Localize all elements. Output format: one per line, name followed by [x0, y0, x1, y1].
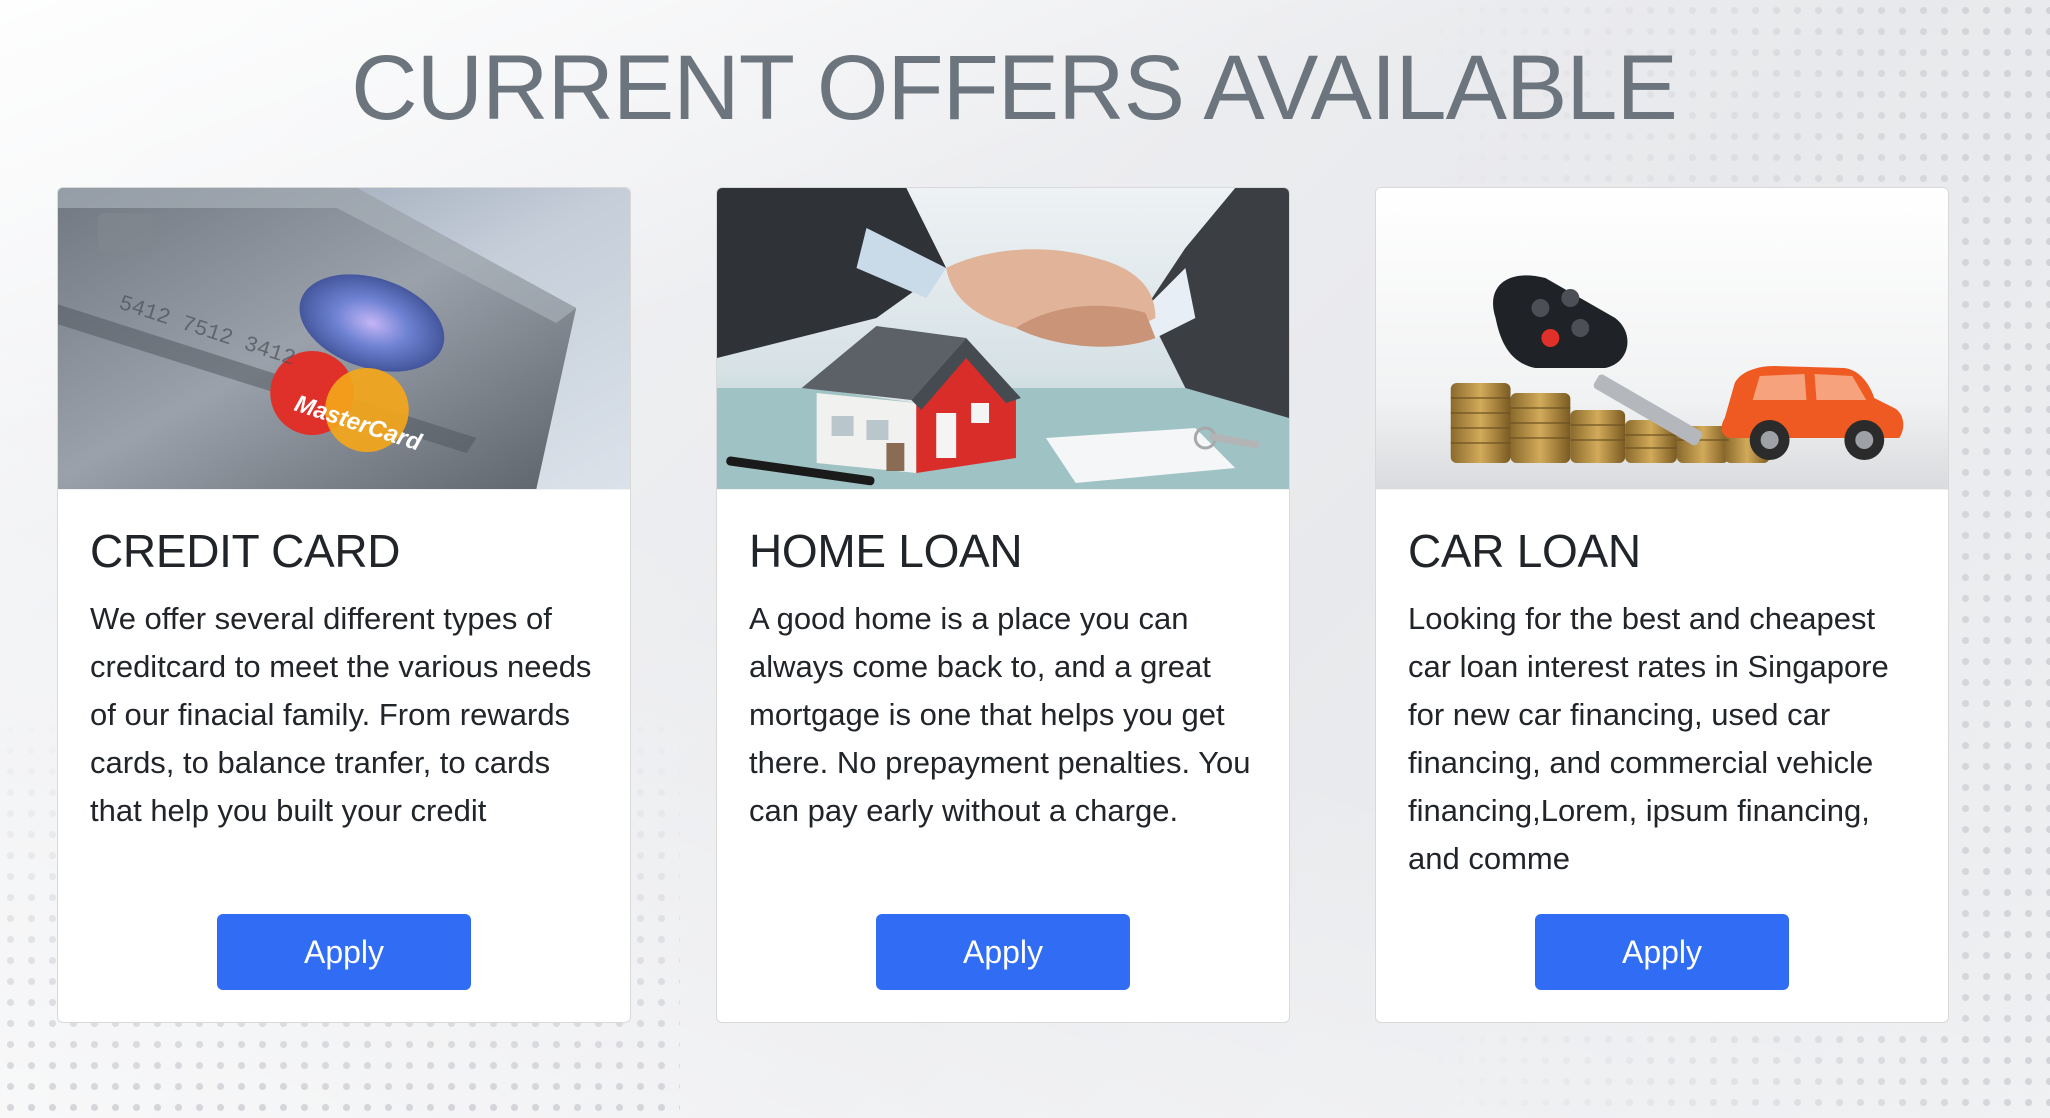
offer-card-car-loan: CAR LOAN Looking for the best and cheape… [1375, 187, 1949, 1023]
home-loan-body: HOME LOAN A good home is a place you can… [717, 526, 1289, 883]
credit-card-title: CREDIT CARD [90, 525, 401, 577]
home-loan-title: HOME LOAN [749, 525, 1023, 577]
page-title: CURRENT OFFERS AVAILABLE [351, 37, 1678, 139]
credit-card-apply-button[interactable]: Apply [217, 914, 471, 990]
car-loan-apply-button[interactable]: Apply [1535, 914, 1789, 990]
offer-card-home-loan: HOME LOAN A good home is a place you can… [716, 187, 1290, 1023]
home-loan-image [717, 188, 1289, 490]
car-loan-title: CAR LOAN [1408, 525, 1641, 577]
offer-card-credit-card: MasterCard 5412 7512 3412 CREDIT CARD We… [57, 187, 631, 1023]
car-loan-image [1376, 188, 1948, 490]
car-loan-description: Looking for the best and cheapest car lo… [1408, 600, 1889, 876]
credit-card-description: We offer several different types of cred… [90, 600, 592, 828]
credit-card-body: CREDIT CARD We offer several different t… [58, 526, 630, 883]
credit-card-image: MasterCard 5412 7512 3412 [58, 188, 630, 490]
car-loan-body: CAR LOAN Looking for the best and cheape… [1376, 526, 1948, 883]
home-loan-apply-button[interactable]: Apply [876, 914, 1130, 990]
home-loan-description: A good home is a place you can always co… [749, 600, 1251, 828]
offer-cards: MasterCard 5412 7512 3412 CREDIT CARD We… [57, 187, 1952, 1023]
